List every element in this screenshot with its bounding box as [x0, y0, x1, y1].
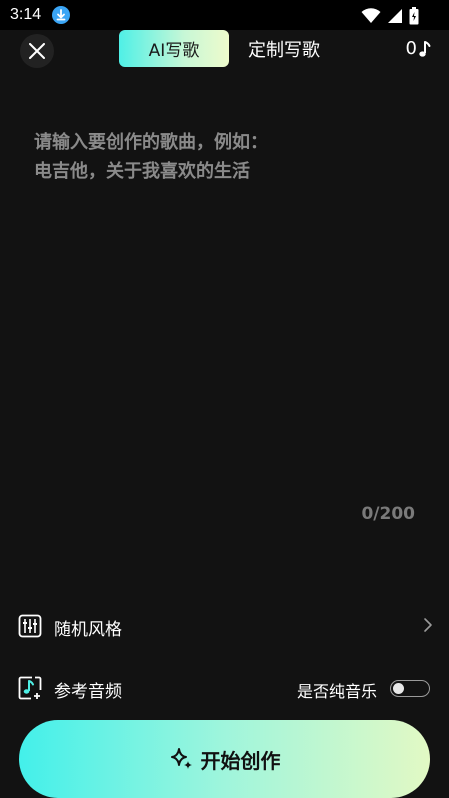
battery-icon: [409, 7, 419, 25]
toggle-knob: [393, 682, 404, 694]
ai-song-writer-screen: 3:14 AI写歌 定制写歌 0 请输入要创作的歌曲，例如： 电吉他，关于我喜欢…: [0, 0, 449, 798]
chevron-right-icon: [424, 618, 432, 632]
reference-audio-row: 参考音频 是否纯音乐: [0, 668, 449, 708]
pure-music-toggle[interactable]: [390, 680, 430, 697]
tab-ai-song[interactable]: AI写歌: [119, 30, 229, 67]
note-balance[interactable]: 0: [406, 38, 431, 59]
system-icons: [361, 7, 419, 25]
music-file-add-icon[interactable]: [18, 676, 42, 700]
equalizer-icon: [18, 614, 42, 638]
music-note-icon: [419, 40, 431, 57]
reference-audio-label[interactable]: 参考音频: [54, 677, 122, 702]
song-prompt-input[interactable]: 请输入要创作的歌曲，例如： 电吉他，关于我喜欢的生活: [34, 128, 414, 186]
tab-custom-song[interactable]: 定制写歌: [232, 30, 336, 67]
character-counter: 0/200: [361, 504, 415, 524]
status-bar: 3:14: [0, 0, 449, 30]
status-time: 3:14: [10, 6, 42, 23]
sparkle-icon: [170, 748, 192, 769]
pure-music-label: 是否纯音乐: [296, 682, 377, 701]
style-selector-row[interactable]: 随机风格: [0, 606, 449, 646]
start-button-label: 开始创作: [200, 748, 281, 773]
style-label: 随机风格: [54, 620, 122, 640]
prompt-placeholder-line2: 电吉他，关于我喜欢的生活: [34, 161, 250, 182]
top-bar: AI写歌 定制写歌 0: [0, 30, 449, 70]
close-button[interactable]: [20, 34, 54, 68]
wifi-icon: [361, 8, 381, 23]
note-count: 0: [405, 38, 417, 59]
close-icon: [29, 43, 45, 59]
prompt-placeholder-line1: 请输入要创作的歌曲，例如：: [34, 132, 268, 153]
start-creating-button[interactable]: 开始创作: [19, 720, 430, 798]
signal-icon: [388, 9, 402, 23]
download-icon: [52, 6, 70, 24]
